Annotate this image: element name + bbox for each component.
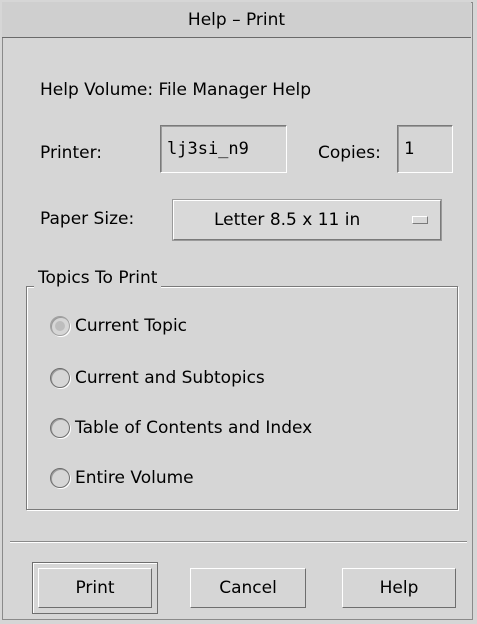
- radio-label: Current Topic: [75, 316, 188, 336]
- button-area-separator: [10, 541, 467, 543]
- topics-group-title: Topics To Print: [34, 268, 162, 288]
- radio-label: Table of Contents and Index: [75, 418, 313, 438]
- copies-label: Copies:: [318, 143, 381, 163]
- cancel-button[interactable]: Cancel: [190, 568, 306, 608]
- radio-unselected-icon[interactable]: [50, 418, 70, 438]
- radio-unselected-icon[interactable]: [50, 368, 70, 388]
- window-title: Help – Print: [187, 9, 286, 30]
- radio-current-topic[interactable]: Current Topic: [50, 316, 187, 336]
- radio-label: Entire Volume: [75, 468, 194, 488]
- radio-label: Current and Subtopics: [75, 368, 265, 388]
- radio-selected-icon[interactable]: [50, 316, 70, 336]
- copies-field[interactable]: [397, 125, 453, 173]
- radio-current-and-subtopics[interactable]: Current and Subtopics: [50, 368, 265, 388]
- option-menu-indicator-icon: [412, 216, 428, 224]
- title-bar[interactable]: Help – Print: [2, 2, 471, 38]
- paper-size-label: Paper Size:: [40, 209, 135, 229]
- paper-size-option-menu[interactable]: Letter 8.5 x 11 in: [173, 200, 441, 240]
- printer-input[interactable]: [167, 126, 282, 172]
- print-button[interactable]: Print: [38, 568, 152, 608]
- printer-field[interactable]: [160, 125, 287, 173]
- paper-size-value: Letter 8.5 x 11 in: [214, 210, 361, 230]
- printer-label: Printer:: [40, 143, 102, 163]
- radio-unselected-icon[interactable]: [50, 468, 70, 488]
- copies-input[interactable]: [404, 126, 448, 172]
- help-volume-label: Help Volume: File Manager Help: [40, 80, 312, 100]
- help-button[interactable]: Help: [342, 568, 456, 608]
- radio-toc-and-index[interactable]: Table of Contents and Index: [50, 418, 312, 438]
- radio-entire-volume[interactable]: Entire Volume: [50, 468, 194, 488]
